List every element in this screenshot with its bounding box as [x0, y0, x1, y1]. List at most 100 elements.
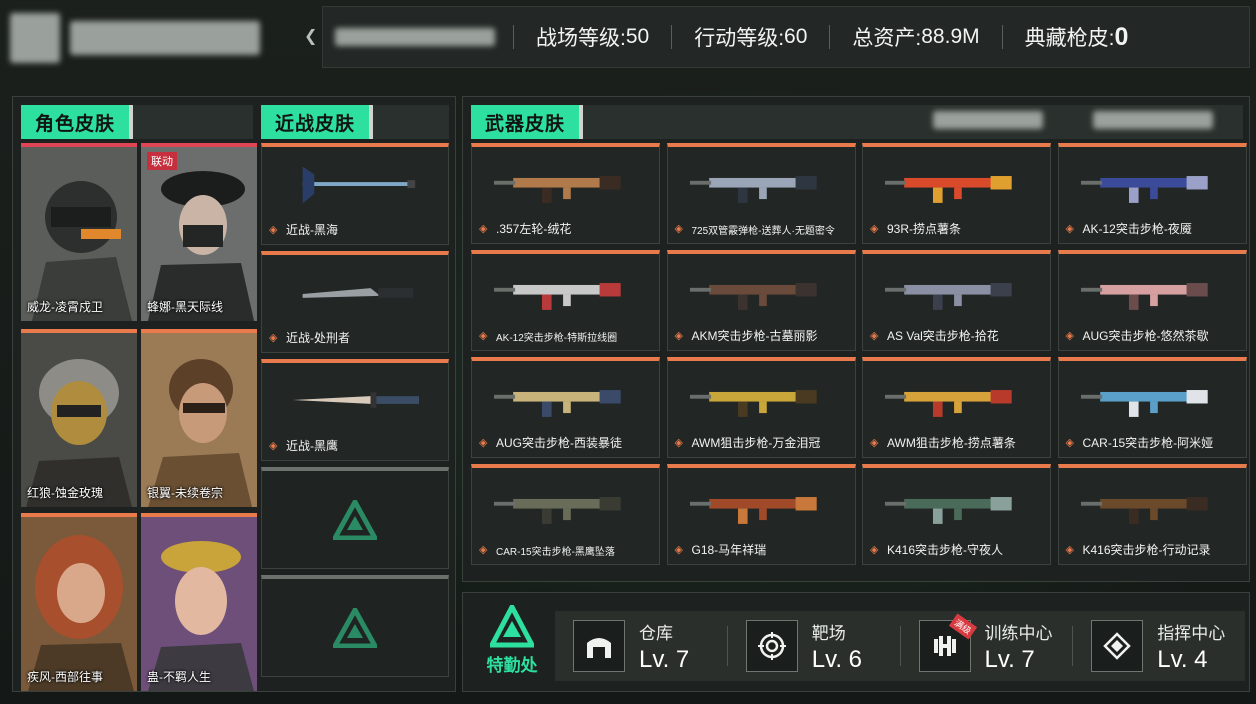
weapon-image — [884, 283, 1012, 310]
character-card[interactable]: 蛊-不羁人生 — [141, 513, 257, 691]
weapon-card[interactable]: ◈ G18-马年祥瑞 — [666, 464, 856, 565]
weapon-image — [884, 176, 1012, 203]
weapon-name: AUG突击步枪-西装暴徒 — [496, 436, 623, 450]
weapon-image — [689, 176, 817, 203]
stat-label: 行动等级: — [694, 27, 785, 50]
weapon-card[interactable]: ◈ 725双管霰弹枪-送葬人·无题密令 — [666, 143, 856, 244]
facility-level: Lv. 6 — [811, 645, 862, 673]
delta-logo-icon — [333, 607, 377, 648]
target-icon — [745, 620, 798, 672]
weapon-card[interactable]: ◈ .357左轮-绒花 — [471, 143, 660, 244]
melee-name: 近战-黑鹰 — [286, 439, 338, 453]
character-portrait — [21, 517, 137, 691]
weapon-name: CAR-15突击步枪-黑鹰坠落 — [496, 547, 615, 558]
weapon-image — [689, 497, 817, 524]
chip-icon — [1091, 620, 1144, 672]
character-card[interactable]: 威龙-凌霄戍卫 — [21, 143, 137, 321]
character-card[interactable]: 疾风-西部往事 — [21, 513, 137, 691]
stat-total-assets: 总资产: 88.9M — [830, 7, 1001, 67]
melee-name: 近战-黑海 — [286, 223, 338, 237]
diamond-icon: ◈ — [479, 437, 488, 449]
diamond-icon: ◈ — [870, 223, 879, 235]
character-name: 蛊-不羁人生 — [147, 670, 211, 684]
facility-name: 指挥中心 — [1157, 623, 1226, 643]
facility-range[interactable]: 靶场 Lv. 6 — [728, 611, 900, 681]
empty-slot — [261, 575, 449, 677]
weapon-card[interactable]: ◈ AKM突击步枪-古墓丽影 — [666, 250, 856, 351]
character-name: 蜂娜-黑天际线 — [147, 300, 223, 314]
weapon-image — [493, 176, 621, 203]
weapon-name: K416突击步枪-守夜人 — [887, 543, 1004, 557]
character-name: 威龙-凌霄戍卫 — [27, 300, 103, 314]
facility-command-center[interactable]: 指挥中心 Lv. 4 — [1073, 611, 1245, 681]
weapon-panel: 武器皮肤 ◈ .357左轮-绒花 ◈ 725双管霰弹枪-送葬人·无题密令 ◈ 9… — [462, 96, 1250, 582]
facility-name: 仓库 — [639, 623, 673, 643]
agency-badge[interactable]: 特勤处 — [479, 605, 545, 685]
weapon-name: AWM狙击步枪-捞点薯条 — [887, 436, 1016, 450]
weapon-image — [1080, 497, 1208, 524]
weapon-name: AUG突击步枪-悠然茶歇 — [1082, 329, 1209, 343]
agency-label: 特勤处 — [486, 656, 538, 675]
weapon-card[interactable]: ◈ CAR-15突击步枪-阿米娅 — [1057, 357, 1247, 458]
diamond-icon: ◈ — [870, 330, 879, 342]
warehouse-icon — [573, 620, 625, 672]
stat-label: 典藏枪皮: — [1024, 27, 1115, 50]
character-portrait — [141, 147, 257, 321]
stats-bar: 战场等级: 50 行动等级: 60 总资产: 88.9M 典藏枪皮: 0 — [322, 6, 1250, 68]
dagger-image — [292, 392, 420, 408]
facility-level: Lv. 7 — [984, 645, 1035, 673]
weapon-name: AWM狙击步枪-万金泪冠 — [691, 436, 821, 450]
weapon-card[interactable]: ◈ CAR-15突击步枪-黑鹰坠落 — [471, 464, 660, 565]
weapon-name: K416突击步枪-行动记录 — [1082, 543, 1211, 557]
stat-battlefield-level: 战场等级: 50 — [514, 7, 671, 67]
melee-name: 近战-处刑者 — [286, 331, 350, 345]
top-bar: ❮ 战场等级: 50 行动等级: 60 总资产: 88.9M 典藏枪皮: 0 — [0, 0, 1256, 72]
stat-label: 战场等级: — [536, 27, 626, 50]
weapon-card[interactable]: ◈ K416突击步枪-守夜人 — [862, 464, 1051, 565]
facility-warehouse[interactable]: 仓库 Lv. 7 — [555, 611, 727, 681]
player-avatar-blurred — [10, 13, 60, 63]
diamond-icon: ◈ — [870, 437, 879, 449]
delta-logo-icon — [490, 605, 534, 648]
chevron-left-icon[interactable]: ❮ — [304, 26, 318, 48]
section-title: 近战皮肤 — [261, 105, 374, 139]
stat-operation-level: 行动等级: 60 — [672, 7, 829, 67]
dumbbell-icon: 满级 — [918, 613, 978, 672]
stat-collection-skins: 典藏枪皮: 0 — [1003, 7, 1151, 67]
melee-card[interactable]: ◈ 近战-处刑者 — [261, 251, 449, 353]
diamond-icon: ◈ — [674, 544, 683, 556]
linked-badge: 联动 — [147, 152, 177, 170]
character-card[interactable]: 红狼-蚀金玫瑰 — [21, 329, 137, 507]
facility-training-center[interactable]: 满级 训练中心 Lv. 7 — [901, 611, 1073, 681]
diamond-icon: ◈ — [1065, 223, 1074, 235]
weapon-card[interactable]: ◈ AUG突击步枪-西装暴徒 — [471, 357, 660, 458]
weapon-card[interactable]: ◈ 93R-捞点薯条 — [862, 143, 1051, 244]
melee-card[interactable]: ◈ 近战-黑海 — [261, 143, 449, 245]
character-portrait — [21, 333, 137, 507]
weapon-card[interactable]: ◈ AUG突击步枪-悠然茶歇 — [1057, 250, 1247, 351]
character-card[interactable]: 银翼-未续卷宗 — [141, 329, 257, 507]
weapon-card[interactable]: ◈ AWM狙击步枪-捞点薯条 — [862, 357, 1051, 458]
weapon-name: AK-12突击步枪-特斯拉线圈 — [496, 333, 618, 344]
weapon-card[interactable]: ◈ AK-12突击步枪-夜魇 — [1057, 143, 1247, 244]
weapon-image — [1080, 176, 1208, 203]
melee-card[interactable]: ◈ 近战-黑鹰 — [261, 359, 449, 461]
character-name: 银翼-未续卷宗 — [147, 486, 223, 500]
player-name-blurred — [70, 21, 260, 55]
diamond-icon: ◈ — [269, 440, 278, 452]
diamond-icon: ◈ — [1065, 437, 1074, 449]
weapon-card[interactable]: ◈ K416突击步枪-行动记录 — [1057, 464, 1247, 565]
facility-name: 靶场 — [811, 623, 846, 643]
weapon-card[interactable]: ◈ AK-12突击步枪-特斯拉线圈 — [471, 250, 660, 351]
character-card[interactable]: 联动 蜂娜-黑天际线 — [141, 143, 257, 321]
weapon-image — [493, 497, 621, 524]
stat-value: 50 — [625, 25, 650, 48]
weapon-image — [884, 390, 1012, 417]
weapon-card[interactable]: ◈ AWM狙击步枪-万金泪冠 — [666, 357, 856, 458]
weapon-card[interactable]: ◈ AS Val突击步枪-拾花 — [862, 250, 1051, 351]
character-name: 红狼-蚀金玫瑰 — [27, 486, 103, 500]
weapon-name: G18-马年祥瑞 — [691, 543, 767, 557]
weapon-image — [493, 390, 621, 417]
facility-name: 训练中心 — [984, 623, 1053, 643]
diamond-icon: ◈ — [269, 224, 278, 236]
